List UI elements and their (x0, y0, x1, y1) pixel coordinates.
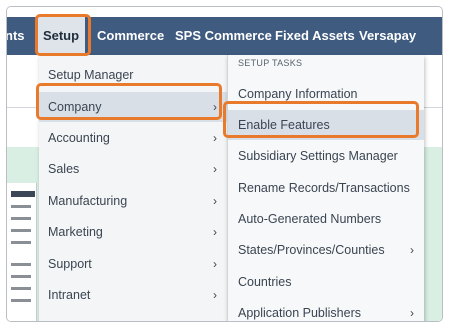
menu-item-subsidiary-settings-manager[interactable]: Subsidiary Settings Manager (228, 141, 424, 171)
menu-item-rename-records[interactable]: Rename Records/Transactions (228, 173, 424, 203)
nav-top-strip (7, 7, 442, 17)
chevron-right-icon: › (213, 288, 217, 302)
menu-item-sales[interactable]: Sales › (39, 154, 227, 184)
menu-item-label: Subsidiary Settings Manager (238, 149, 398, 163)
menu-item-intranet[interactable]: Intranet › (39, 280, 227, 310)
menu-item-enable-features[interactable]: Enable Features (228, 110, 424, 140)
chevron-right-icon: › (410, 306, 414, 320)
menu-item-label: Enable Features (238, 118, 330, 132)
chevron-right-icon: › (213, 194, 217, 208)
page-thumbnail (7, 183, 37, 321)
thumbnail-line (11, 205, 31, 208)
menu-item-label: Rename Records/Transactions (238, 181, 410, 195)
menu-item-accounting[interactable]: Accounting › (39, 123, 227, 153)
menu-item-label: Manufacturing (48, 194, 128, 208)
menu-item-label: Auto-Generated Numbers (238, 212, 382, 226)
menu-item-label: Marketing (48, 225, 103, 239)
chevron-right-icon: › (213, 257, 217, 271)
thumbnail-line (11, 299, 31, 302)
menu-item-support[interactable]: Support › (39, 249, 227, 279)
menu-item-setup-manager[interactable]: Setup Manager (39, 60, 227, 90)
menu-item-countries[interactable]: Countries (228, 267, 424, 297)
menu-item-application-publishers[interactable]: Application Publishers › (228, 298, 424, 321)
thumbnail-line (11, 287, 31, 290)
nav-item-sps-commerce[interactable]: SPS Commerce (175, 17, 272, 55)
chevron-right-icon: › (213, 225, 217, 239)
chevron-right-icon: › (213, 100, 217, 114)
nav-item-commerce[interactable]: Commerce (97, 17, 164, 55)
nav-item-documents[interactable]: nts (7, 17, 25, 55)
menu-item-company[interactable]: Company › (39, 92, 227, 122)
menu-item-label: Application Publishers (238, 306, 361, 320)
menu-item-label: Setup Manager (48, 68, 134, 82)
setup-tasks-header: SETUP TASKS (238, 58, 303, 68)
menu-item-label: States/Provinces/Counties (238, 243, 385, 257)
company-flyout-menu: SETUP TASKS Company Information Enable F… (227, 55, 424, 321)
menu-item-auto-generated-numbers[interactable]: Auto-Generated Numbers (228, 204, 424, 234)
menu-item-label: Sales (48, 162, 80, 176)
setup-dropdown-menu: Setup Manager Company › Accounting › Sal… (39, 55, 227, 321)
thumbnail-line (11, 229, 31, 232)
menu-item-label: Intranet (48, 288, 91, 302)
screenshot-frame: nts Setup Commerce SPS Commerce Fixed As… (6, 6, 443, 322)
menu-item-states-provinces-counties[interactable]: States/Provinces/Counties › (228, 235, 424, 265)
chevron-right-icon: › (213, 162, 217, 176)
menu-item-label: Company (48, 100, 102, 114)
chevron-right-icon: › (410, 243, 414, 257)
menu-item-label: Accounting (48, 131, 110, 145)
menu-item-marketing[interactable]: Marketing › (39, 217, 227, 247)
nav-item-versapay[interactable]: Versapay (359, 17, 416, 55)
thumbnail-line (11, 263, 31, 266)
nav-item-fixed-assets[interactable]: Fixed Assets (275, 17, 355, 55)
menu-item-company-information[interactable]: Company Information (228, 79, 424, 109)
top-navigation: nts Setup Commerce SPS Commerce Fixed As… (7, 17, 442, 55)
menu-item-label: Company Information (238, 87, 358, 101)
chevron-right-icon: › (213, 131, 217, 145)
nav-item-setup[interactable]: Setup (37, 17, 85, 55)
menu-item-manufacturing[interactable]: Manufacturing › (39, 186, 227, 216)
thumbnail-line (11, 275, 31, 278)
thumbnail-line (11, 217, 31, 220)
thumbnail-header (11, 191, 35, 197)
menu-item-label: Countries (238, 275, 292, 289)
thumbnail-line (11, 241, 31, 244)
menu-item-label: Support (48, 257, 92, 271)
